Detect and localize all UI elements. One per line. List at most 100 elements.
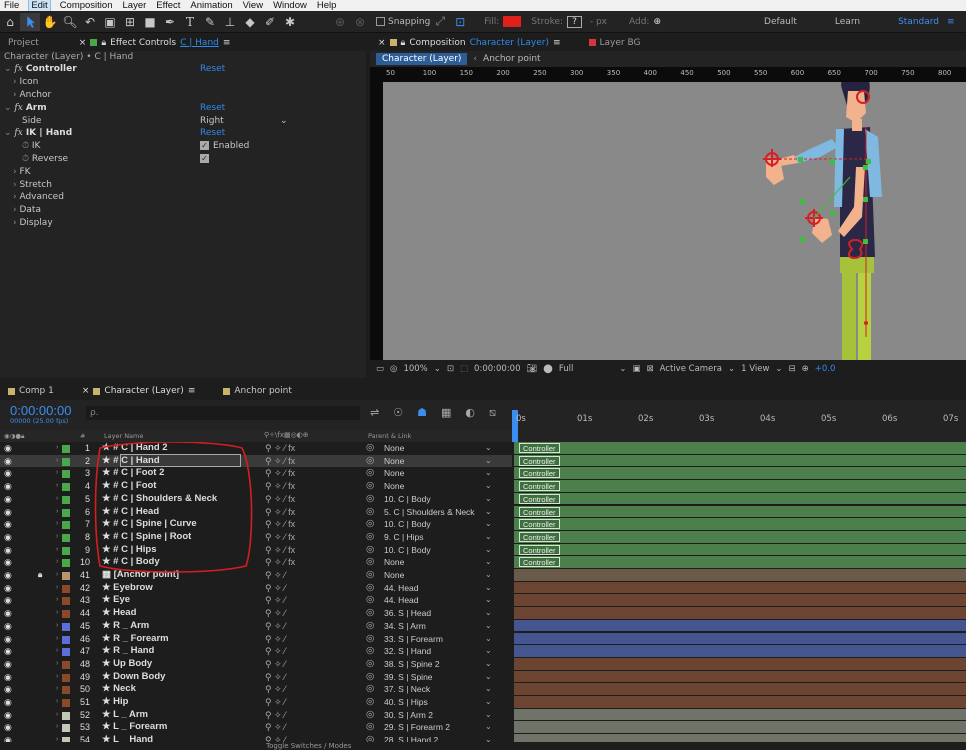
pick-whip-icon[interactable]: ◎ (366, 696, 374, 709)
visibility-eye-icon[interactable]: ◉ (4, 556, 12, 569)
lock-icon[interactable]: 🔒︎ (401, 38, 406, 48)
lock-icon[interactable]: 🔒︎ (38, 569, 42, 582)
layer-name[interactable]: ★ L _ Forearm (102, 721, 167, 734)
effect-row[interactable]: › Display (0, 217, 366, 230)
pick-whip-icon[interactable]: ◎ (366, 620, 374, 633)
layer-track-bar[interactable] (514, 696, 966, 709)
label-color-icon[interactable] (62, 559, 70, 568)
effect-row-label[interactable]: › Stretch (13, 180, 52, 190)
effect-row[interactable]: › FK (0, 165, 366, 178)
label-color-icon[interactable] (62, 686, 70, 695)
chevron-down-icon[interactable]: ⌄ (485, 518, 492, 531)
visibility-eye-icon[interactable]: ◉ (4, 544, 12, 557)
visibility-eye-icon[interactable]: ◉ (4, 506, 12, 519)
layer-row[interactable]: ◉ › 45 ★ R _ Arm ⚲ ✧ ⁄ ◎ 34. S | Arm ⌄ (0, 620, 512, 633)
layer-track-bar[interactable]: Controller (514, 492, 966, 506)
parent-select[interactable]: 34. S | Arm (384, 620, 426, 633)
snap-options-icon[interactable]: ⤢ (430, 13, 450, 31)
layer-switches-icon[interactable]: ⚲ ✧ ⁄ (265, 671, 286, 684)
layer-name[interactable]: ★ R _ Hand (102, 645, 154, 658)
layer-switches-icon[interactable]: ⚲ ✧ ⁄ (265, 569, 286, 582)
parent-select[interactable]: None (384, 442, 404, 455)
effect-row-label[interactable]: ⏱ IK (22, 141, 40, 151)
label-color-icon[interactable] (62, 610, 70, 619)
layer-switches-icon[interactable]: ⚲ ✧ ⁄ (265, 683, 286, 696)
pick-whip-icon[interactable]: ◎ (366, 556, 374, 569)
chevron-down-icon[interactable]: ⌄ (485, 506, 492, 519)
layer-row[interactable]: ◉ › 3 ★ # C | Foot 2 ⚲ ✧ ⁄ fx ◎ None ⌄ (0, 467, 512, 480)
layer-switches-icon[interactable]: ⚲ ✧ ⁄ (265, 594, 286, 607)
layer-row[interactable]: ◉ › 50 ★ Neck ⚲ ✧ ⁄ ◎ 37. S | Neck ⌄ (0, 683, 512, 696)
pick-whip-icon[interactable]: ◎ (366, 544, 374, 557)
effect-row[interactable]: ⌄ fx Arm Reset (0, 101, 366, 114)
effect-row-label[interactable]: ⌄ fx Controller (4, 64, 77, 74)
layer-track-bar[interactable] (514, 581, 966, 595)
world-axis-icon[interactable]: ⊗ (350, 13, 370, 31)
twirl-icon[interactable]: › (56, 569, 58, 582)
visibility-eye-icon[interactable]: ◉ (4, 442, 12, 455)
effect-row[interactable]: ⌄ fx Controller Reset (0, 63, 366, 76)
parent-select[interactable]: 33. S | Forearm (384, 633, 443, 646)
fill-color-swatch[interactable] (503, 16, 522, 27)
pick-whip-icon[interactable]: ◎ (366, 709, 374, 722)
twirl-icon[interactable]: › (56, 582, 58, 595)
layer-row[interactable]: ◉ › 1 ★ # C | Hand 2 ⚲ ✧ ⁄ fx ◎ None ⌄ (0, 442, 512, 455)
visibility-eye-icon[interactable]: ◉ (4, 455, 12, 468)
effect-row-value[interactable]: Reset (200, 64, 225, 74)
label-color-icon[interactable] (62, 546, 70, 555)
color-channel-icon[interactable]: ⬤ (543, 364, 553, 374)
motion-blur-icon[interactable]: ◐ (465, 406, 475, 420)
layer-switches-icon[interactable]: ⚲ ✧ ⁄ fx (265, 531, 295, 544)
layer-track-bar[interactable] (514, 569, 966, 582)
layer-switches-icon[interactable]: ⚲ ✧ ⁄ fx (265, 544, 295, 557)
visibility-eye-icon[interactable]: ◉ (4, 569, 12, 582)
toggle-switches-modes[interactable]: Toggle Switches / Modes (266, 742, 351, 750)
label-color-icon[interactable] (62, 699, 70, 707)
pick-whip-icon[interactable]: ◎ (366, 594, 374, 607)
chevron-down-icon[interactable]: ⌄ (485, 531, 492, 544)
effect-row[interactable]: ⏱ IK ✓ Enabled (0, 140, 366, 153)
layer-row[interactable]: ◉ › 6 ★ # C | Head ⚲ ✧ ⁄ fx ◎ 5. C | Shoulders… (0, 506, 512, 519)
twirl-icon[interactable]: › (56, 518, 58, 531)
stroke-swatch[interactable]: ? (567, 15, 582, 28)
twirl-icon[interactable]: › (56, 633, 58, 646)
label-color-icon[interactable] (62, 483, 70, 492)
close-icon[interactable]: × (79, 38, 87, 48)
crumb-anchor-point[interactable]: Anchor point (483, 54, 541, 64)
effect-row[interactable]: › Stretch (0, 178, 366, 191)
layer-switches-icon[interactable]: ⚲ ✧ ⁄ (265, 633, 286, 646)
chevron-down-icon[interactable]: ⌄ (485, 442, 492, 455)
region-icon[interactable]: ⊡ (447, 364, 454, 374)
effect-row-label[interactable]: › Anchor (13, 90, 51, 100)
brush-tool-icon[interactable]: ✎ (200, 13, 220, 31)
effect-row[interactable]: › Icon (0, 76, 366, 89)
label-color-icon[interactable] (62, 470, 70, 479)
layer-switches-icon[interactable]: ⚲ ✧ ⁄ fx (265, 455, 295, 468)
visibility-eye-icon[interactable]: ◉ (4, 531, 12, 544)
visibility-eye-icon[interactable]: ◉ (4, 493, 12, 506)
chevron-down-icon[interactable]: ⌄ (485, 683, 492, 696)
local-axis-icon[interactable]: ⊕ (330, 13, 350, 31)
chevron-down-icon[interactable]: ⌄ (485, 645, 492, 658)
parent-select[interactable]: None (384, 480, 404, 493)
visibility-eye-icon[interactable]: ◉ (4, 696, 12, 709)
twirl-icon[interactable]: › (56, 506, 58, 519)
visibility-eye-icon[interactable]: ◉ (4, 582, 12, 595)
layer-switches-icon[interactable]: ⚲ ✧ ⁄ fx (265, 518, 295, 531)
twirl-icon[interactable]: › (56, 531, 58, 544)
parent-select[interactable]: None (384, 467, 404, 480)
pick-whip-icon[interactable]: ◎ (366, 442, 374, 455)
effect-row-label[interactable]: › Icon (13, 77, 38, 87)
pick-whip-icon[interactable]: ◎ (366, 493, 374, 506)
layer-switches-icon[interactable]: ⚲ ✧ ⁄ (265, 658, 286, 671)
effect-row[interactable]: ⏱ Reverse ✓ (0, 153, 366, 166)
zoom-level[interactable]: 100% (403, 364, 427, 374)
column-parent-link[interactable]: Parent & Link (368, 432, 411, 440)
tab-character-layer[interactable]: × Character (Layer) ≡ (74, 383, 204, 400)
twirl-icon[interactable]: › (56, 696, 58, 709)
tab-anchor-point[interactable]: Anchor point (215, 383, 300, 400)
chevron-down-icon[interactable]: ⌄ (485, 721, 492, 734)
pick-whip-icon[interactable]: ◎ (366, 633, 374, 646)
visibility-eye-icon[interactable]: ◉ (4, 620, 12, 633)
layer-row[interactable]: ◉ › 5 ★ # C | Shoulders & Neck ⚲ ✧ ⁄ fx ◎ 10. … (0, 493, 512, 506)
